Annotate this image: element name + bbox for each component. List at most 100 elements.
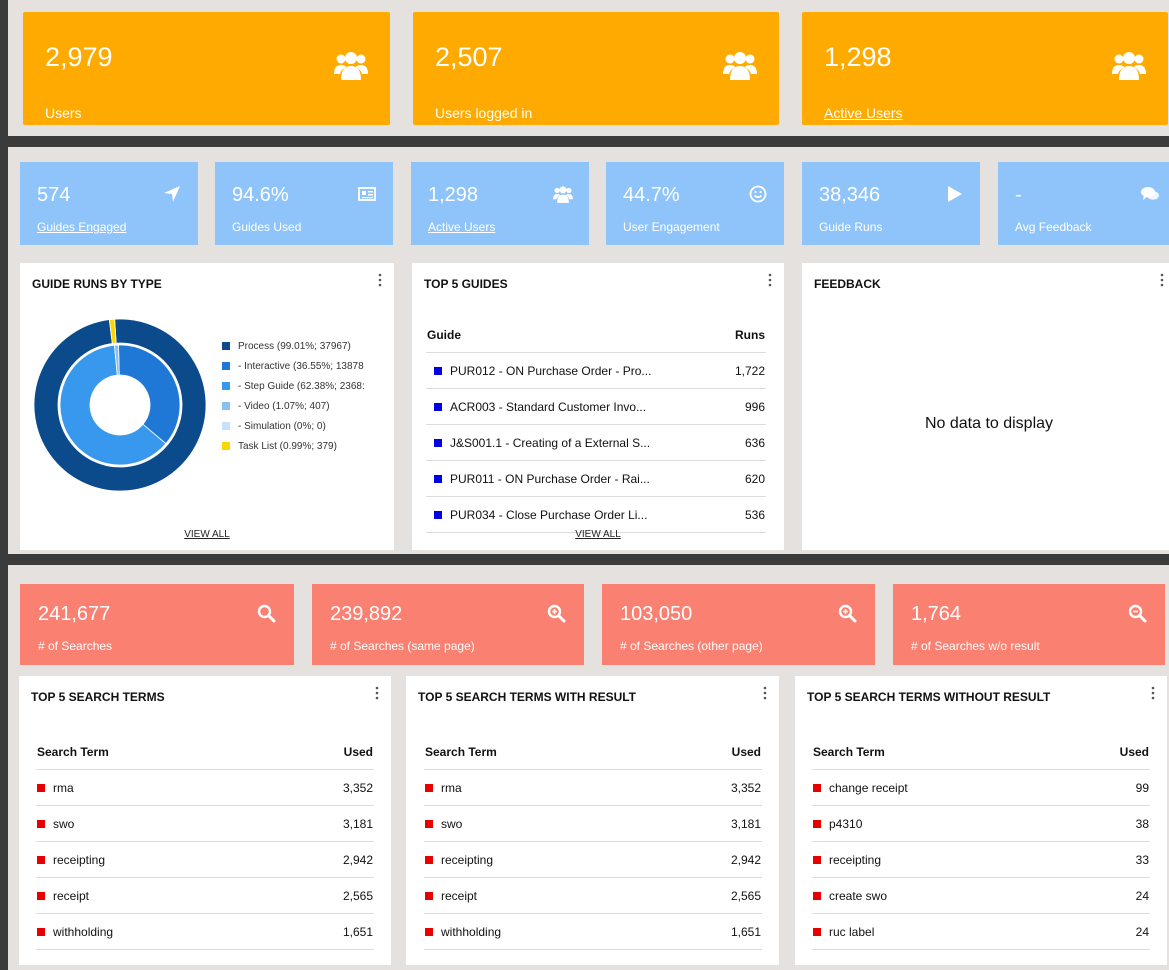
- used-count-cell: 2,942: [663, 841, 762, 878]
- table-row[interactable]: J&S001.1 - Creating of a External S... 63…: [426, 424, 766, 461]
- view-all-link[interactable]: VIEW ALL: [20, 529, 394, 540]
- active-users-small-link[interactable]: Active Users: [428, 220, 495, 234]
- used-count-cell: 2,565: [275, 877, 374, 914]
- table-row[interactable]: rma 3,352: [424, 769, 762, 806]
- users-icon: [1112, 52, 1146, 80]
- guide-runs-cell: 996: [723, 388, 766, 425]
- table-row[interactable]: create swo 24: [812, 877, 1150, 914]
- active-users-small-value: 1,298: [428, 184, 479, 206]
- searches-other-page-card: 103,050 # of Searches (other page): [602, 584, 875, 665]
- kebab-menu-icon[interactable]: [1151, 686, 1155, 700]
- guide-runs-donut-chart: [33, 318, 207, 492]
- no-data-message: No data to display: [924, 415, 1054, 432]
- users-logged-in-count: 2,507: [435, 42, 503, 72]
- table-row[interactable]: swo 3,181: [424, 805, 762, 842]
- searches-value: 241,677: [38, 603, 111, 625]
- guide-runs-card: 38,346 Guide Runs: [802, 162, 980, 245]
- table-row[interactable]: withholding 1,651: [424, 913, 762, 950]
- search-term: change receipt: [829, 780, 908, 795]
- guide-name: ACR003 - Standard Customer Invo...: [450, 399, 647, 414]
- table-row[interactable]: receipting 2,942: [424, 841, 762, 878]
- legend-swatch: [222, 442, 230, 450]
- used-count-cell: 3,181: [275, 805, 374, 842]
- table-row[interactable]: ACR003 - Standard Customer Invo... 996: [426, 388, 766, 425]
- guides-engaged-link[interactable]: Guides Engaged: [37, 220, 126, 234]
- term-marker: [37, 819, 45, 828]
- table-row[interactable]: PUR011 - ON Purchase Order - Rai... 620: [426, 460, 766, 497]
- guides-used-card: 94.6% Guides Used: [215, 162, 393, 245]
- table-row[interactable]: receipt 2,565: [424, 877, 762, 914]
- kebab-menu-icon[interactable]: [763, 686, 767, 700]
- table-row[interactable]: p4310 38: [812, 805, 1150, 842]
- term-marker: [425, 927, 433, 936]
- table-row[interactable]: swo 3,181: [36, 805, 374, 842]
- users-count: 2,979: [45, 42, 113, 72]
- panel-title: TOP 5 SEARCH TERMS: [31, 690, 165, 704]
- active-users-count: 1,298: [824, 42, 892, 72]
- search-term-cell: rma: [424, 769, 664, 806]
- legend-item[interactable]: - Simulation (0%; 0): [222, 416, 372, 436]
- table-row[interactable]: receipt 2,565: [36, 877, 374, 914]
- table-row[interactable]: PUR034 - Close Purchase Order Li... 536: [426, 496, 766, 533]
- table-row[interactable]: receipting 33: [812, 841, 1150, 878]
- search-term-cell: create swo: [812, 877, 1068, 914]
- used-count-cell: 3,352: [663, 769, 762, 806]
- active-users-link[interactable]: Active Users: [824, 105, 903, 121]
- kebab-menu-icon[interactable]: [375, 686, 379, 700]
- guide-name: PUR011 - ON Purchase Order - Rai...: [450, 471, 650, 486]
- search-term-cell: withholding: [36, 913, 276, 950]
- kebab-menu-icon[interactable]: [1160, 273, 1164, 287]
- used-count-cell: 2,565: [663, 877, 762, 914]
- kebab-menu-icon[interactable]: [768, 273, 772, 287]
- active-users-card[interactable]: 1,298 Active Users: [802, 12, 1168, 125]
- legend-label: - Step Guide (62.38%; 2368:: [238, 380, 365, 392]
- search-term: create swo: [829, 888, 888, 903]
- search-plus-icon: [547, 604, 566, 623]
- legend-swatch: [222, 402, 230, 410]
- search-term: withholding: [441, 924, 502, 939]
- searches-without-result-card: 1,764 # of Searches w/o result: [893, 584, 1165, 665]
- active-users-small-card[interactable]: 1,298 Active Users: [411, 162, 589, 245]
- legend-item[interactable]: - Step Guide (62.38%; 2368:: [222, 376, 372, 396]
- column-header-search-term: Search Term: [36, 734, 276, 770]
- table-row[interactable]: ruc label 24: [812, 913, 1150, 950]
- guide-runs-cell: 620: [723, 460, 766, 497]
- used-count-cell: 99: [1067, 769, 1150, 806]
- used-count-cell: 24: [1067, 913, 1150, 950]
- guide-marker: [434, 366, 442, 375]
- user-engagement-value: 44.7%: [623, 184, 680, 206]
- table-row[interactable]: change receipt 99: [812, 769, 1150, 806]
- legend-label: Process (99.01%; 37967): [238, 340, 351, 352]
- newspaper-icon: [358, 187, 376, 201]
- top-search-terms-without-result-panel: TOP 5 SEARCH TERMS WITHOUT RESULT Search…: [795, 676, 1167, 965]
- kebab-menu-icon[interactable]: [378, 273, 382, 287]
- table-row[interactable]: withholding 1,651: [36, 913, 374, 950]
- comments-icon: [1141, 187, 1159, 200]
- search-term-cell: swo: [424, 805, 664, 842]
- legend-item[interactable]: Process (99.01%; 37967): [222, 336, 372, 356]
- search-term: rma: [441, 780, 462, 795]
- play-icon: [948, 186, 962, 202]
- legend-item[interactable]: - Video (1.07%; 407): [222, 396, 372, 416]
- table-row[interactable]: PUR012 - ON Purchase Order - Pro... 1,722: [426, 352, 766, 389]
- column-header-used: Used: [663, 734, 762, 770]
- top-guides-panel: TOP 5 GUIDES Guide Runs PUR012 - ON Purc…: [412, 263, 784, 550]
- legend-item[interactable]: Task List (0.99%; 379): [222, 436, 372, 456]
- guide-marker: [434, 438, 442, 447]
- table-row[interactable]: receipting 2,942: [36, 841, 374, 878]
- table-row[interactable]: rma 3,352: [36, 769, 374, 806]
- user-summary-band: 2,979 Users 2,507 Users logged in 1,298 …: [8, 0, 1169, 136]
- view-all-link[interactable]: VIEW ALL: [412, 529, 784, 540]
- guides-engaged-card[interactable]: 574 Guides Engaged: [20, 162, 198, 245]
- legend-swatch: [222, 382, 230, 390]
- users-icon: [723, 52, 757, 80]
- search-plus-icon: [838, 604, 857, 623]
- searches-label: # of Searches: [38, 639, 113, 653]
- legend-item[interactable]: - Interactive (36.55%; 13878: [222, 356, 372, 376]
- term-marker: [37, 783, 45, 792]
- used-count-cell: 2,942: [275, 841, 374, 878]
- top-guides-table: Guide Runs PUR012 - ON Purchase Order - …: [426, 317, 766, 533]
- search-term-cell: change receipt: [812, 769, 1068, 806]
- search-term-cell: receipt: [424, 877, 664, 914]
- searches-other-page-label: # of Searches (other page): [620, 639, 763, 653]
